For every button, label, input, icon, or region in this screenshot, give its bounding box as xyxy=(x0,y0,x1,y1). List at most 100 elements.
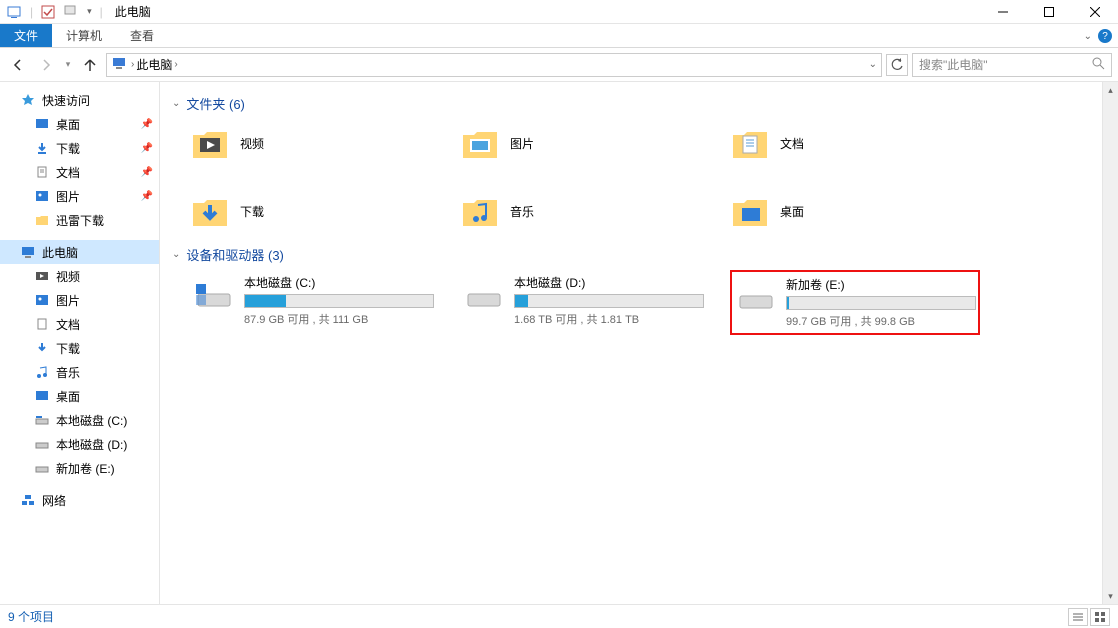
videos-folder-icon xyxy=(190,123,230,163)
chevron-right-icon[interactable]: › xyxy=(174,59,177,70)
desktop-icon xyxy=(34,116,50,132)
breadcrumb: › 此电脑 › xyxy=(131,56,178,73)
folder-icon xyxy=(34,212,50,228)
sidebar-item-desktop[interactable]: 桌面 📌 xyxy=(0,112,159,136)
folder-item-music[interactable]: 音乐 xyxy=(460,187,690,235)
scrollbar[interactable]: ▴ ▾ xyxy=(1102,82,1118,604)
sidebar-item-quick-access[interactable]: 快速访问 xyxy=(0,88,159,112)
chevron-down-icon: ⌄ xyxy=(172,98,180,109)
drive-icon xyxy=(194,274,234,314)
sidebar-item-label: 新加卷 (E:) xyxy=(56,460,115,477)
drive-status: 87.9 GB 可用 , 共 111 GB xyxy=(244,311,436,327)
sidebar-item-label: 本地磁盘 (C:) xyxy=(56,412,127,429)
drive-usage-bar xyxy=(786,296,976,310)
sidebar-item-documents[interactable]: 文档 📌 xyxy=(0,160,159,184)
back-button[interactable] xyxy=(6,53,30,77)
star-icon xyxy=(20,92,36,108)
tab-file[interactable]: 文件 xyxy=(0,24,52,47)
search-input[interactable]: 搜索"此电脑" xyxy=(912,53,1112,77)
tab-view[interactable]: 查看 xyxy=(116,24,168,47)
group-header-folders[interactable]: ⌄ 文件夹 (6) xyxy=(172,94,1106,113)
window-title: 此电脑 xyxy=(115,3,151,20)
videos-icon xyxy=(34,268,50,284)
ribbon-expand-icon[interactable]: ⌄ xyxy=(1084,31,1092,42)
scroll-up-icon[interactable]: ▴ xyxy=(1103,82,1118,98)
sidebar-item-drive-c[interactable]: 本地磁盘 (C:) xyxy=(0,408,159,432)
drive-name: 本地磁盘 (C:) xyxy=(244,274,436,291)
tab-computer[interactable]: 计算机 xyxy=(52,24,116,47)
address-bar[interactable]: › 此电脑 › ⌄ xyxy=(106,53,882,77)
view-icons-button[interactable] xyxy=(1090,608,1110,626)
sidebar-item-label: 图片 xyxy=(56,292,80,309)
pictures-icon xyxy=(34,188,50,204)
drive-item-d[interactable]: 本地磁盘 (D:) 1.68 TB 可用 , 共 1.81 TB xyxy=(460,270,710,335)
recent-dropdown-icon[interactable]: ▾ xyxy=(62,53,74,77)
drive-fill xyxy=(787,297,789,309)
forward-button[interactable] xyxy=(34,53,58,77)
folder-item-videos[interactable]: 视频 xyxy=(190,119,420,167)
nav-pane: 快速访问 桌面 📌 下载 📌 文档 📌 图片 📌 迅雷下载 xyxy=(0,82,160,604)
help-icon[interactable]: ? xyxy=(1098,29,1112,43)
sidebar-item-downloads2[interactable]: 下载 xyxy=(0,336,159,360)
properties-icon[interactable] xyxy=(41,5,55,19)
chevron-down-icon: ⌄ xyxy=(172,249,180,260)
sidebar-item-videos[interactable]: 视频 xyxy=(0,264,159,288)
pin-icon: 📌 xyxy=(141,191,153,202)
sidebar-item-drive-e[interactable]: 新加卷 (E:) xyxy=(0,456,159,480)
folder-item-desktop[interactable]: 桌面 xyxy=(730,187,960,235)
drive-item-c[interactable]: 本地磁盘 (C:) 87.9 GB 可用 , 共 111 GB xyxy=(190,270,440,335)
drive-icon xyxy=(736,276,776,316)
sidebar-item-downloads[interactable]: 下载 📌 xyxy=(0,136,159,160)
address-dropdown-icon[interactable]: ⌄ xyxy=(869,59,877,70)
sidebar-item-xunlei[interactable]: 迅雷下载 xyxy=(0,208,159,232)
breadcrumb-item[interactable]: 此电脑 xyxy=(136,56,172,73)
up-button[interactable] xyxy=(78,53,102,77)
this-pc-icon xyxy=(111,55,127,74)
sidebar-item-label: 视频 xyxy=(56,268,80,285)
music-folder-icon xyxy=(460,191,500,231)
status-item-count: 9 个项目 xyxy=(8,608,54,625)
scroll-down-icon[interactable]: ▾ xyxy=(1103,588,1118,604)
ribbon-tabs: 文件 计算机 查看 ⌄ ? xyxy=(0,24,1118,48)
sidebar-item-label: 快速访问 xyxy=(42,92,90,109)
group-header-devices[interactable]: ⌄ 设备和驱动器 (3) xyxy=(172,245,1106,264)
chevron-right-icon[interactable]: › xyxy=(131,59,134,70)
folder-label: 视频 xyxy=(240,135,264,152)
sidebar-item-desktop2[interactable]: 桌面 xyxy=(0,384,159,408)
sidebar-item-label: 此电脑 xyxy=(42,244,78,261)
sidebar-item-pictures2[interactable]: 图片 xyxy=(0,288,159,312)
downloads-folder-icon xyxy=(190,191,230,231)
maximize-button[interactable] xyxy=(1026,0,1072,24)
sidebar-item-this-pc[interactable]: 此电脑 xyxy=(0,240,159,264)
pictures-icon xyxy=(34,292,50,308)
chevron-down-icon[interactable]: ▾ xyxy=(87,6,92,17)
drive-usage-bar xyxy=(244,294,434,308)
sidebar-item-network[interactable]: 网络 xyxy=(0,488,159,512)
folder-item-documents[interactable]: 文档 xyxy=(730,119,960,167)
titlebar: | ▾ | 此电脑 xyxy=(0,0,1118,24)
pin-icon: 📌 xyxy=(141,143,153,154)
system-menu-icon[interactable] xyxy=(6,4,22,20)
sidebar-item-drive-d[interactable]: 本地磁盘 (D:) xyxy=(0,432,159,456)
qat-divider: | xyxy=(30,5,33,19)
minimize-button[interactable] xyxy=(980,0,1026,24)
this-pc-icon xyxy=(20,244,36,260)
qat-dropdown-icon[interactable] xyxy=(63,4,79,20)
sidebar-item-documents2[interactable]: 文档 xyxy=(0,312,159,336)
folder-item-downloads[interactable]: 下载 xyxy=(190,187,420,235)
sidebar-item-music[interactable]: 音乐 xyxy=(0,360,159,384)
drive-item-e[interactable]: 新加卷 (E:) 99.7 GB 可用 , 共 99.8 GB xyxy=(730,270,980,335)
sidebar-item-label: 图片 xyxy=(56,188,80,205)
folder-item-pictures[interactable]: 图片 xyxy=(460,119,690,167)
sidebar-item-pictures[interactable]: 图片 📌 xyxy=(0,184,159,208)
close-button[interactable] xyxy=(1072,0,1118,24)
folders-grid: 视频 图片 文档 下载 音乐 桌面 xyxy=(172,119,1106,235)
view-details-button[interactable] xyxy=(1068,608,1088,626)
folder-label: 下载 xyxy=(240,203,264,220)
sidebar-item-label: 桌面 xyxy=(56,116,80,133)
refresh-button[interactable] xyxy=(886,54,908,76)
documents-icon xyxy=(34,164,50,180)
music-icon xyxy=(34,364,50,380)
drive-usage-bar xyxy=(514,294,704,308)
search-icon xyxy=(1091,56,1105,73)
